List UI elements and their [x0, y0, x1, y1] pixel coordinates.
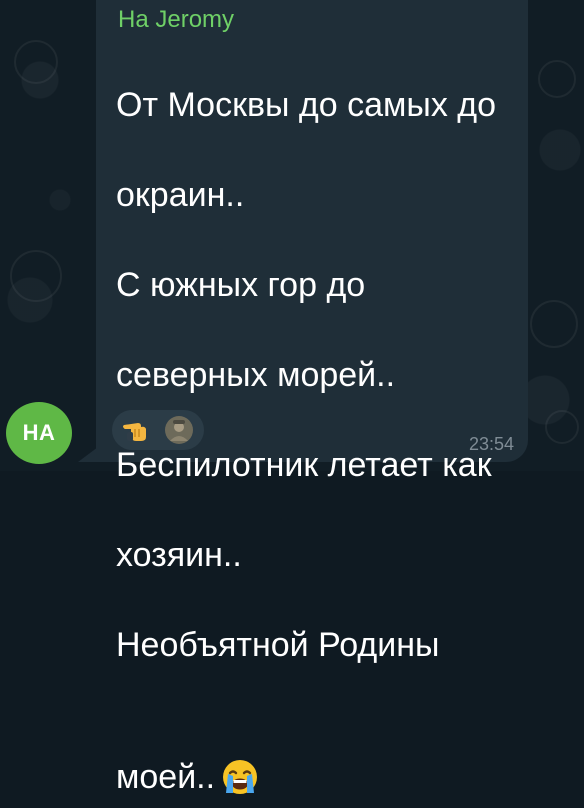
message-line: С южных гор до — [116, 266, 366, 304]
reactions-bar[interactable] — [112, 410, 204, 450]
chat-background: На Jeromy От Москвы до самых до окраин..… — [0, 0, 584, 796]
message-line: моей.. — [116, 758, 216, 796]
background-doodle — [545, 410, 579, 444]
message-line: северных морей.. — [116, 356, 396, 394]
background-doodle — [530, 300, 578, 348]
message-line: окраин.. — [116, 176, 245, 214]
sender-name[interactable]: На Jeromy — [118, 6, 234, 34]
message-time: 23:54 — [468, 434, 514, 454]
message-line: От Москвы до самых до — [116, 86, 497, 124]
user-avatar-icon[interactable] — [164, 415, 194, 445]
background-doodle — [14, 40, 58, 84]
avatar-initials: НА — [22, 420, 56, 445]
message-line: хозяин.. — [116, 536, 242, 574]
avatar[interactable]: НА — [6, 402, 72, 464]
pointing-hand-icon[interactable] — [122, 415, 152, 445]
loudly-crying-face-icon — [221, 713, 259, 794]
background-doodle — [538, 60, 576, 98]
message-line: Необъятной Родины — [116, 626, 440, 664]
message-last-line: моей.. — [116, 713, 516, 796]
message-bubble[interactable]: На Jeromy От Москвы до самых до окраин..… — [96, 0, 528, 796]
background-doodle — [10, 250, 62, 302]
